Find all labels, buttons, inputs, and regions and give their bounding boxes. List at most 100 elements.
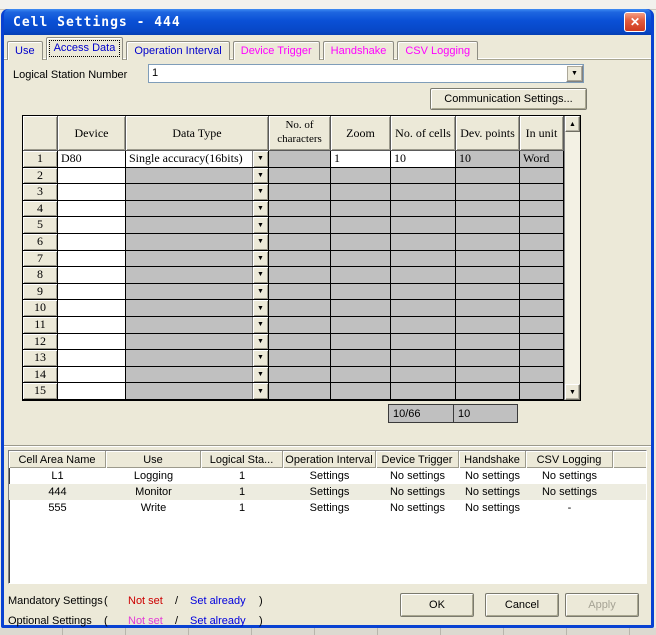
grid-cell-no-of-cells[interactable]	[391, 168, 456, 185]
grid-cell-device[interactable]	[58, 300, 126, 317]
grid-cell-no-of-cells[interactable]	[391, 201, 456, 218]
grid-cell-characters[interactable]	[269, 201, 331, 218]
grid-cell-data-type[interactable]: ▼	[126, 217, 269, 234]
grid-cell-zoom[interactable]	[331, 383, 391, 400]
logical-station-combobox[interactable]: 1 ▼	[148, 64, 584, 83]
grid-cell-zoom[interactable]	[331, 267, 391, 284]
grid-cell-dev-points[interactable]	[456, 217, 520, 234]
grid-row-number[interactable]: 10	[23, 300, 58, 317]
grid-row-number[interactable]: 5	[23, 217, 58, 234]
grid-cell-data-type[interactable]: ▼	[126, 284, 269, 301]
grid-cell-device[interactable]	[58, 383, 126, 400]
grid-cell-characters[interactable]	[269, 151, 331, 168]
grid-cell-dev-points[interactable]	[456, 383, 520, 400]
grid-row-number[interactable]: 11	[23, 317, 58, 334]
grid-cell-characters[interactable]	[269, 300, 331, 317]
grid-row-number[interactable]: 15	[23, 383, 58, 400]
grid-cell-zoom[interactable]	[331, 367, 391, 384]
grid-cell-device[interactable]	[58, 267, 126, 284]
grid-cell-device[interactable]	[58, 251, 126, 268]
ok-button[interactable]: OK	[400, 593, 474, 617]
tab-csv-logging[interactable]: CSV Logging	[397, 41, 478, 60]
grid-row-number[interactable]: 1	[23, 151, 58, 168]
scroll-up-button[interactable]: ▲	[565, 116, 580, 132]
grid-cell-device[interactable]: D80	[58, 151, 126, 168]
data-type-dropdown-button[interactable]: ▼	[252, 234, 268, 250]
grid-cell-data-type[interactable]: ▼	[126, 334, 269, 351]
grid-cell-dev-points[interactable]	[456, 350, 520, 367]
data-type-dropdown-button[interactable]: ▼	[252, 217, 268, 233]
data-type-dropdown-button[interactable]: ▼	[252, 350, 268, 366]
list-header-device-trigger[interactable]: Device Trigger	[376, 451, 459, 468]
grid-cell-device[interactable]	[58, 334, 126, 351]
grid-cell-no-of-cells[interactable]	[391, 217, 456, 234]
grid-cell-device[interactable]	[58, 317, 126, 334]
grid-cell-dev-points[interactable]	[456, 300, 520, 317]
grid-cell-data-type[interactable]: ▼	[126, 367, 269, 384]
communication-settings-button[interactable]: Communication Settings...	[430, 88, 587, 110]
grid-cell-no-of-cells[interactable]	[391, 234, 456, 251]
grid-cell-data-type[interactable]: ▼	[126, 168, 269, 185]
grid-cell-dev-points[interactable]	[456, 284, 520, 301]
data-type-dropdown-button[interactable]: ▼	[252, 383, 268, 399]
data-type-dropdown-button[interactable]: ▼	[252, 201, 268, 217]
grid-cell-characters[interactable]	[269, 251, 331, 268]
grid-cell-device[interactable]	[58, 350, 126, 367]
data-type-dropdown-button[interactable]: ▼	[252, 284, 268, 300]
close-button[interactable]: ✕	[624, 12, 646, 32]
grid-cell-device[interactable]	[58, 201, 126, 218]
grid-row-number[interactable]: 13	[23, 350, 58, 367]
grid-cell-no-of-cells[interactable]	[391, 317, 456, 334]
grid-cell-zoom[interactable]	[331, 201, 391, 218]
grid-cell-no-of-cells[interactable]	[391, 184, 456, 201]
grid-cell-data-type[interactable]: ▼	[126, 267, 269, 284]
list-header-use[interactable]: Use	[106, 451, 201, 468]
data-type-dropdown-button[interactable]: ▼	[252, 300, 268, 316]
grid-cell-characters[interactable]	[269, 334, 331, 351]
grid-cell-in-unit[interactable]	[520, 267, 564, 284]
grid-cell-zoom[interactable]	[331, 217, 391, 234]
grid-row-number[interactable]: 7	[23, 251, 58, 268]
grid-cell-characters[interactable]	[269, 367, 331, 384]
grid-cell-no-of-cells[interactable]	[391, 334, 456, 351]
grid-cell-in-unit[interactable]	[520, 168, 564, 185]
grid-cell-dev-points[interactable]	[456, 251, 520, 268]
grid-cell-characters[interactable]	[269, 184, 331, 201]
grid-cell-dev-points[interactable]	[456, 234, 520, 251]
grid-cell-device[interactable]	[58, 284, 126, 301]
grid-cell-zoom[interactable]	[331, 284, 391, 301]
list-header-csv-logging[interactable]: CSV Logging	[526, 451, 613, 468]
grid-cell-zoom[interactable]	[331, 350, 391, 367]
grid-cell-no-of-cells[interactable]	[391, 367, 456, 384]
grid-cell-dev-points[interactable]	[456, 168, 520, 185]
grid-row-number[interactable]: 14	[23, 367, 58, 384]
grid-cell-in-unit[interactable]	[520, 300, 564, 317]
data-type-dropdown-button[interactable]: ▼	[252, 267, 268, 283]
list-row-444[interactable]: 444Monitor1SettingsNo settingsNo setting…	[9, 484, 646, 500]
grid-cell-in-unit[interactable]	[520, 201, 564, 218]
grid-cell-dev-points[interactable]	[456, 334, 520, 351]
grid-row-number[interactable]: 4	[23, 201, 58, 218]
grid-cell-dev-points[interactable]	[456, 201, 520, 218]
grid-cell-data-type[interactable]: Single accuracy(16bits)▼	[126, 151, 269, 168]
grid-cell-zoom[interactable]: 1	[331, 151, 391, 168]
grid-cell-device[interactable]	[58, 367, 126, 384]
grid-scrollbar[interactable]: ▲ ▼	[564, 116, 580, 400]
grid-cell-no-of-cells[interactable]	[391, 383, 456, 400]
grid-cell-no-of-cells[interactable]	[391, 350, 456, 367]
grid-cell-data-type[interactable]: ▼	[126, 184, 269, 201]
grid-cell-in-unit[interactable]	[520, 334, 564, 351]
grid-cell-dev-points[interactable]	[456, 317, 520, 334]
tab-use[interactable]: Use	[7, 41, 43, 60]
grid-cell-device[interactable]	[58, 217, 126, 234]
list-row-l1[interactable]: L1Logging1SettingsNo settingsNo settings…	[9, 468, 646, 484]
grid-cell-dev-points[interactable]	[456, 184, 520, 201]
data-type-dropdown-button[interactable]: ▼	[252, 151, 268, 167]
grid-cell-zoom[interactable]	[331, 317, 391, 334]
data-type-dropdown-button[interactable]: ▼	[252, 367, 268, 383]
grid-cell-in-unit[interactable]	[520, 251, 564, 268]
data-type-dropdown-button[interactable]: ▼	[252, 184, 268, 200]
grid-cell-data-type[interactable]: ▼	[126, 383, 269, 400]
grid-cell-zoom[interactable]	[331, 184, 391, 201]
grid-cell-characters[interactable]	[269, 168, 331, 185]
